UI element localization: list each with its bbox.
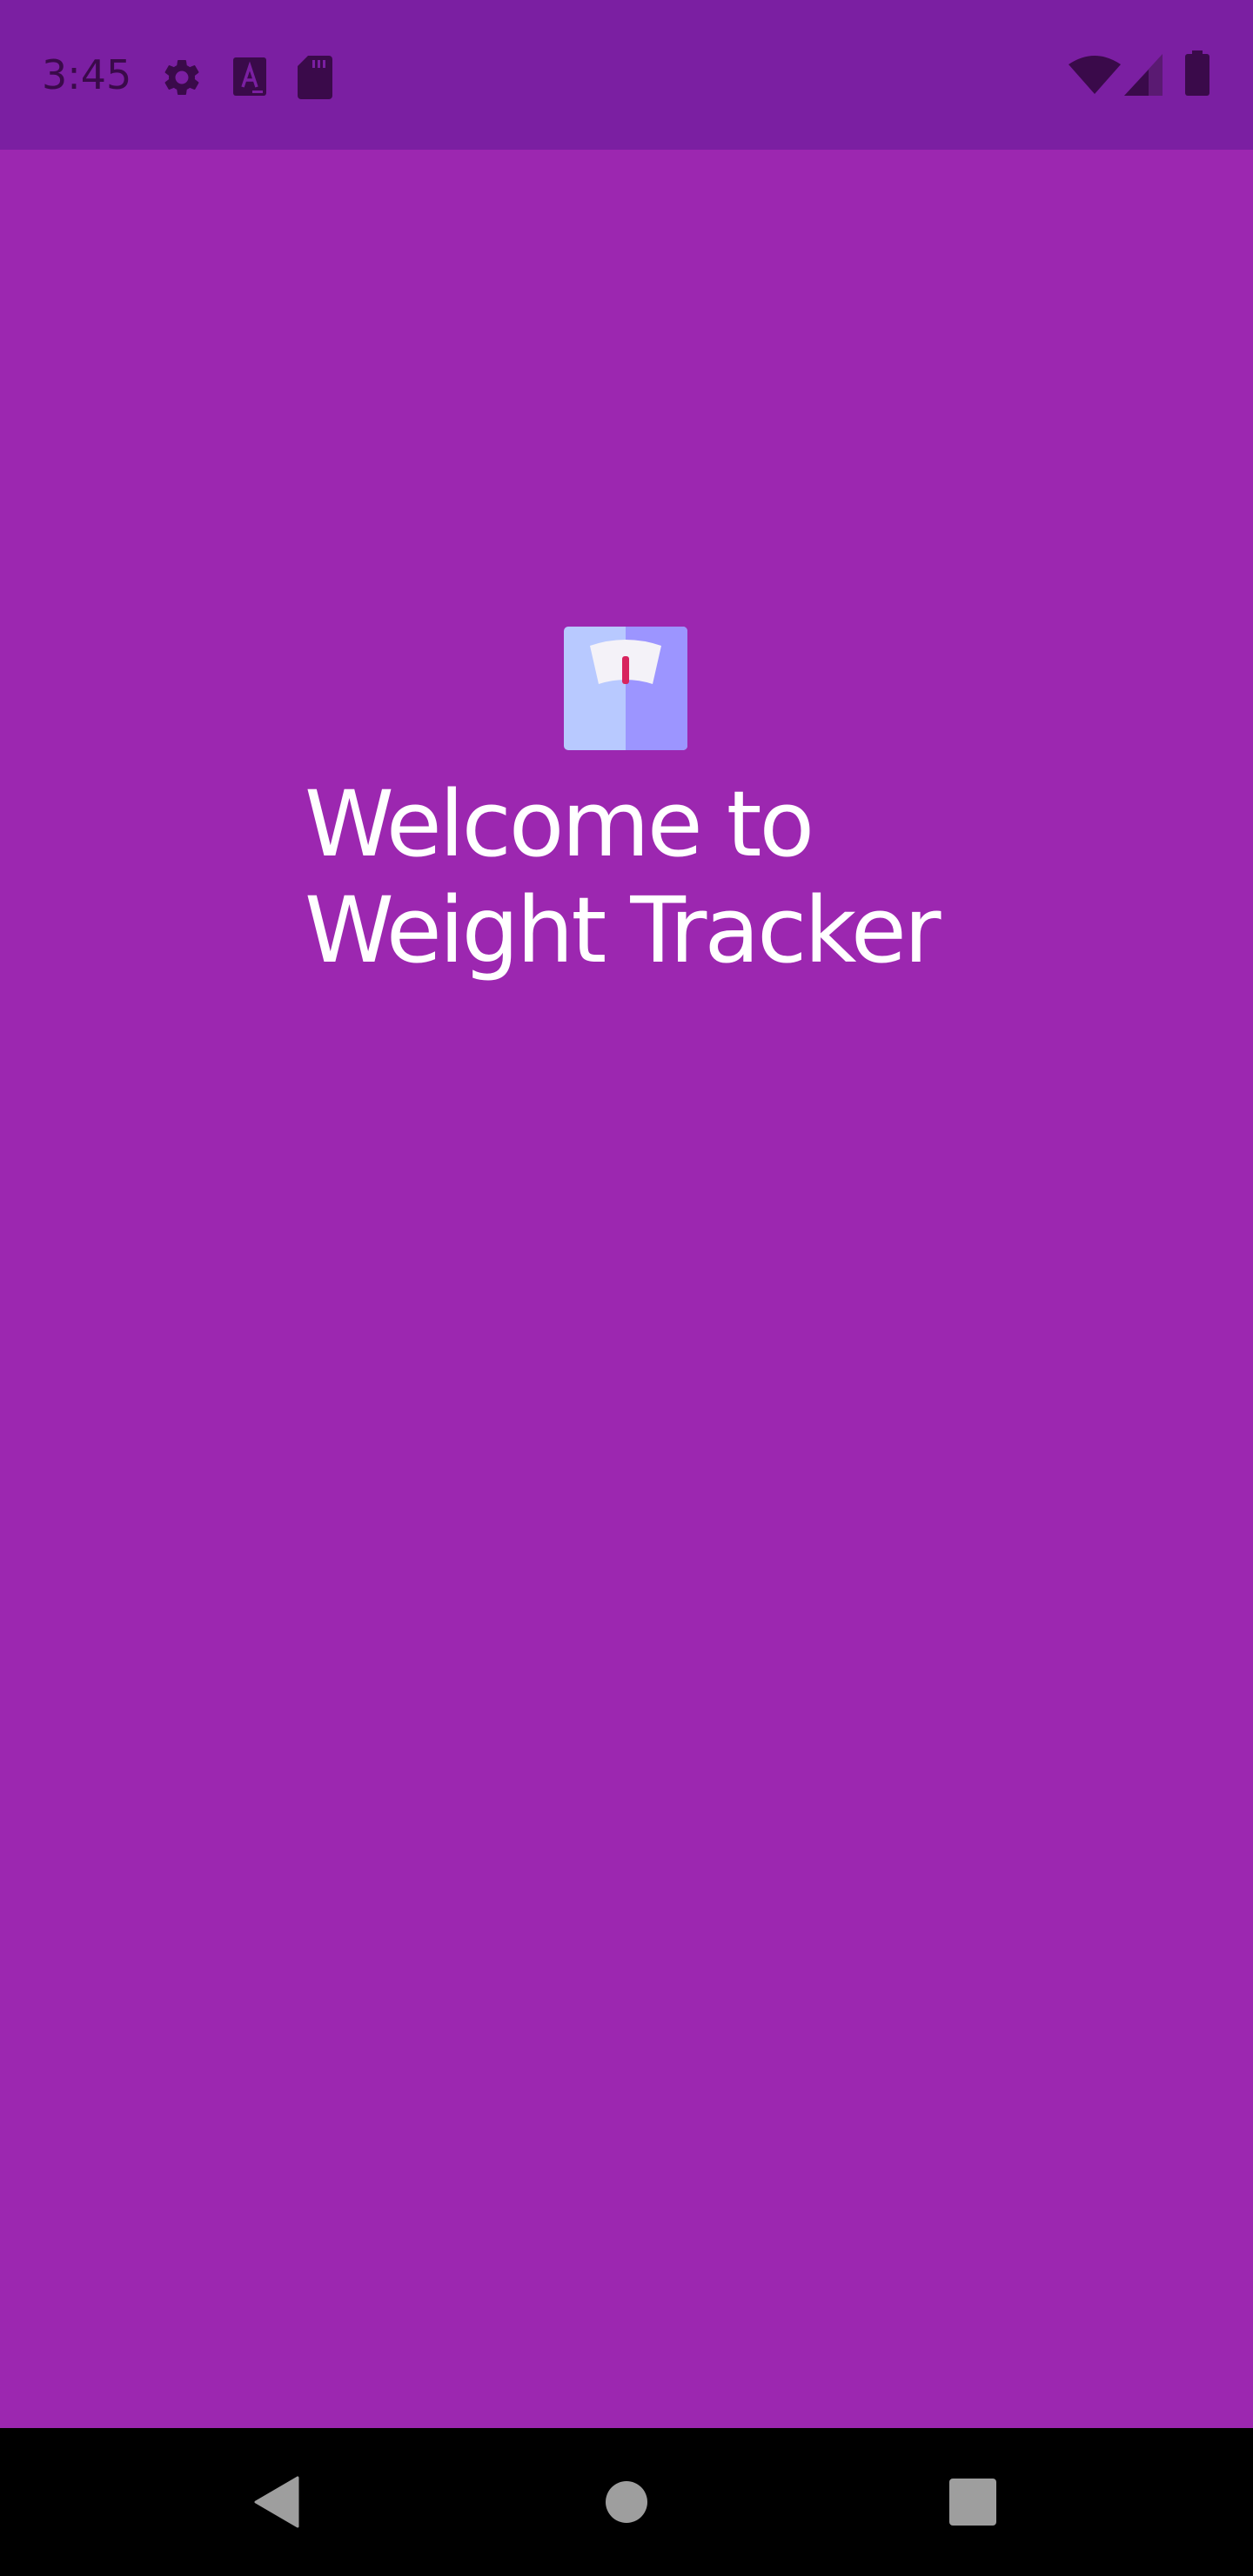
gear-icon	[164, 59, 199, 95]
cell-signal-icon	[1124, 54, 1163, 96]
welcome-line-1: Welcome to	[305, 771, 814, 877]
back-button[interactable]	[190, 2428, 364, 2576]
back-icon	[254, 2476, 299, 2528]
status-time: 3:45	[42, 51, 132, 98]
main-content: Welcome to Weight Tracker	[0, 150, 1253, 2428]
welcome-line-2: Weight Tracker	[305, 877, 941, 983]
battery-icon	[1185, 50, 1209, 96]
recents-icon	[949, 2479, 996, 2526]
sd-card-icon	[298, 56, 332, 99]
wifi-icon	[1069, 56, 1121, 94]
home-icon	[606, 2481, 647, 2523]
recents-button[interactable]	[886, 2428, 1060, 2576]
home-button[interactable]	[539, 2428, 714, 2576]
weighing-scale-icon	[564, 627, 687, 750]
font-a-icon	[233, 57, 266, 96]
welcome-title: Welcome to Weight Tracker	[305, 771, 1088, 983]
status-bar: 3:45	[0, 0, 1253, 150]
navigation-bar	[0, 2428, 1253, 2576]
